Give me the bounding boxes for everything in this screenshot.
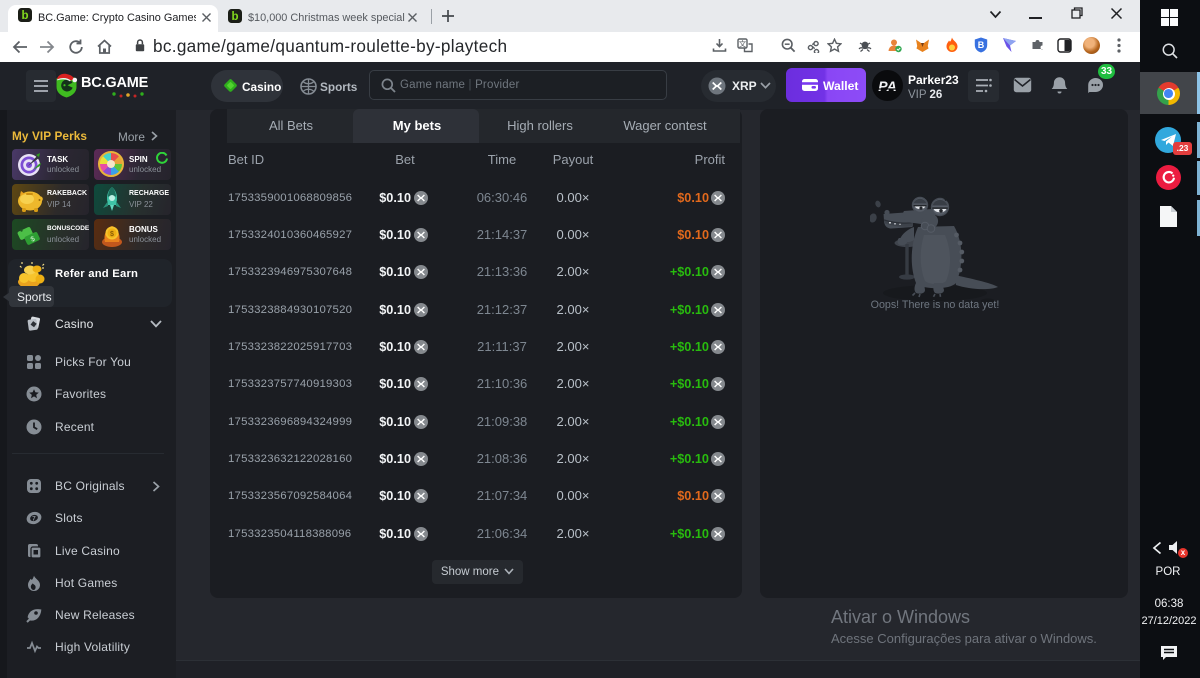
svg-text:7: 7 [32, 516, 36, 523]
svg-text:$: $ [110, 231, 114, 238]
svg-text:b: b [231, 11, 238, 23]
svg-text:B: B [978, 40, 985, 50]
svg-text:文: 文 [739, 38, 747, 48]
svg-text:b: b [21, 10, 28, 22]
svg-text:PA: PA [878, 78, 896, 94]
